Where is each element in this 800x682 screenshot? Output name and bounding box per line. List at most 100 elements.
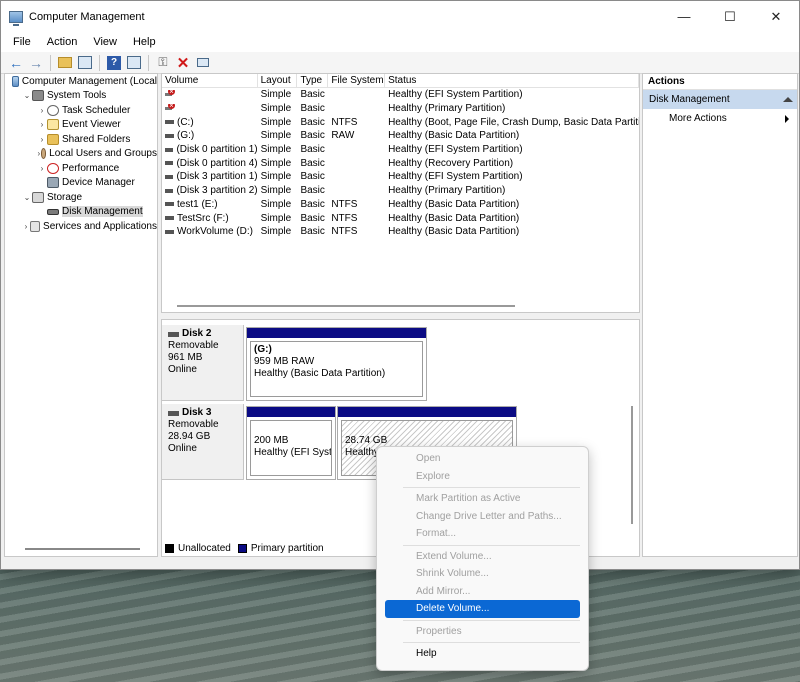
collapse-caret-icon[interactable]: [783, 97, 793, 102]
cell-file-system: NTFS: [331, 198, 358, 210]
minimize-button[interactable]: —: [661, 1, 707, 32]
collapse-chevron-icon[interactable]: ›: [37, 164, 47, 173]
table-row[interactable]: (Disk 3 partition 1) Simple Basic Healthy (…: [162, 170, 639, 184]
tree-item[interactable]: › Event Viewer: [5, 118, 157, 133]
menu-view[interactable]: View: [85, 36, 125, 48]
actions-section-label: Disk Management: [649, 94, 730, 105]
vertical-scrollbar[interactable]: [631, 406, 633, 524]
tree-item-label: Services and Applications: [43, 220, 157, 232]
table-row[interactable]: Simple Basic Healthy (Primary Partition): [162, 102, 639, 116]
table-row[interactable]: (Disk 0 partition 4) Simple Basic Healthy (…: [162, 156, 639, 170]
tree-item[interactable]: Device Manager: [5, 176, 157, 191]
partition-size: 959 MB RAW: [254, 356, 315, 367]
table-row[interactable]: test1 (E:) Simple Basic NTFS Healthy (Basic …: [162, 198, 639, 212]
expand-chevron-icon[interactable]: ⌄: [22, 193, 32, 202]
cell-volume: (Disk 3 partition 2): [162, 185, 258, 196]
column-volume[interactable]: Volume: [162, 74, 258, 87]
tree-item[interactable]: › Shared Folders: [5, 132, 157, 147]
partition-size: 200 MB: [254, 435, 289, 446]
cell-type: Basic: [300, 130, 325, 142]
submenu-arrow-icon: [785, 114, 789, 123]
maximize-button[interactable]: ☐: [707, 1, 753, 32]
tools-icon: [32, 90, 44, 102]
cell-volume: WorkVolume (D:): [162, 226, 258, 237]
show-hide-tree-button[interactable]: [76, 54, 94, 72]
tree-item-label: Performance: [62, 162, 120, 174]
tree-item[interactable]: › Services and Applications: [5, 219, 157, 234]
horizontal-scrollbar[interactable]: [25, 548, 140, 550]
collapse-chevron-icon[interactable]: ›: [22, 222, 30, 231]
menu-item-help[interactable]: Help: [385, 645, 580, 663]
cell-volume: (Disk 3 partition 1): [162, 171, 258, 182]
expand-chevron-icon[interactable]: ⌄: [22, 91, 32, 100]
forward-arrow-icon[interactable]: →: [27, 54, 45, 72]
collapse-chevron-icon[interactable]: ›: [37, 120, 47, 129]
volume-error-icon: [165, 90, 175, 99]
volume-name: (Disk 0 partition 1): [176, 144, 258, 156]
comp-icon: [11, 75, 19, 87]
tree-item[interactable]: › Local Users and Groups: [5, 147, 157, 162]
table-row[interactable]: (C:) Simple Basic NTFS Healthy (Boot, Page F…: [162, 115, 639, 129]
dev-icon: [47, 177, 59, 189]
menu-help[interactable]: Help: [125, 36, 164, 48]
tree-item[interactable]: Computer Management (Local: [5, 74, 157, 89]
tree-item[interactable]: › Task Scheduler: [5, 103, 157, 118]
cell-volume: [162, 90, 258, 99]
menu-item-delete-volume[interactable]: Delete Volume...: [385, 600, 580, 618]
show-hide-action-pane-button[interactable]: [125, 54, 143, 72]
volume-rows: Simple Basic Healthy (EFI System Partition…: [162, 88, 639, 239]
column-layout[interactable]: Layout: [258, 74, 298, 87]
table-row[interactable]: TestSrc (F:) Simple Basic NTFS Healthy (Basi…: [162, 211, 639, 225]
partition-status: Healthy (EFI Syster: [254, 447, 332, 458]
volume-name: (C:): [177, 116, 194, 128]
volume-icon: [165, 120, 174, 125]
cell-layout: Simple: [260, 171, 292, 183]
close-button[interactable]: ✕: [753, 1, 799, 32]
column-status[interactable]: Status: [385, 74, 639, 87]
table-row[interactable]: (Disk 3 partition 2) Simple Basic Healthy (…: [162, 184, 639, 198]
cell-type: Basic: [300, 171, 325, 183]
disk-3-partition-efi[interactable]: 200 MB Healthy (EFI Syster: [246, 406, 336, 480]
disk-2-partition-g[interactable]: (G:) 959 MB RAW Healthy (Basic Data Part…: [246, 327, 427, 401]
menu-file[interactable]: File: [5, 36, 39, 48]
menu-item-mark-partition-as-active: Mark Partition as Active: [416, 493, 521, 504]
column-type[interactable]: Type: [297, 74, 329, 87]
disk-2-size: 961 MB: [168, 352, 203, 363]
tree-item[interactable]: › Performance: [5, 161, 157, 176]
cell-layout: Simple: [260, 212, 292, 224]
actions-section-disk-management[interactable]: Disk Management: [643, 90, 797, 109]
table-row[interactable]: (G:) Simple Basic RAW Healthy (Basic Data Pa…: [162, 129, 639, 143]
partition-spacer: [254, 423, 328, 435]
menu-item-open: Open: [416, 453, 441, 464]
more-actions-item[interactable]: More Actions: [643, 109, 797, 128]
table-row[interactable]: WorkVolume (D:) Simple Basic NTFS Healthy (B…: [162, 225, 639, 239]
cell-type: Basic: [300, 116, 325, 128]
menu-item-extend-volume: Extend Volume...: [416, 550, 492, 562]
tree-item[interactable]: ⌄ System Tools: [5, 89, 157, 104]
volume-icon: [165, 133, 174, 138]
title-bar[interactable]: Computer Management — ☐ ✕: [1, 1, 799, 32]
folder-icon: [47, 133, 59, 145]
disk-3-label[interactable]: Disk 3 Removable 28.94 GB Online: [162, 404, 244, 480]
delete-icon[interactable]: ✕: [174, 54, 192, 72]
more-actions-label: More Actions: [669, 113, 727, 124]
properties-button[interactable]: [194, 54, 212, 72]
collapse-chevron-icon[interactable]: ›: [37, 135, 47, 144]
table-row[interactable]: (Disk 0 partition 1) Simple Basic Healthy (…: [162, 143, 639, 157]
collapse-chevron-icon[interactable]: ›: [37, 106, 47, 115]
volume-icon: [165, 147, 174, 152]
up-folder-button[interactable]: [56, 54, 74, 72]
tree-item-label: Device Manager: [62, 177, 135, 189]
horizontal-scrollbar[interactable]: [177, 305, 515, 307]
help-button[interactable]: ?: [105, 54, 123, 72]
column-file-system[interactable]: File System: [328, 74, 386, 87]
disk-2-label[interactable]: Disk 2 Removable 961 MB Online: [162, 325, 244, 401]
tree-item[interactable]: Disk Management: [5, 205, 157, 220]
storage-icon: [32, 191, 44, 203]
back-arrow-icon[interactable]: ←: [7, 54, 25, 72]
menu-action[interactable]: Action: [39, 36, 86, 48]
volume-icon: [165, 188, 174, 193]
tree-item[interactable]: ⌄ Storage: [5, 190, 157, 205]
connect-key-icon[interactable]: ⚿: [154, 54, 172, 72]
table-row[interactable]: Simple Basic Healthy (EFI System Partition…: [162, 88, 639, 102]
